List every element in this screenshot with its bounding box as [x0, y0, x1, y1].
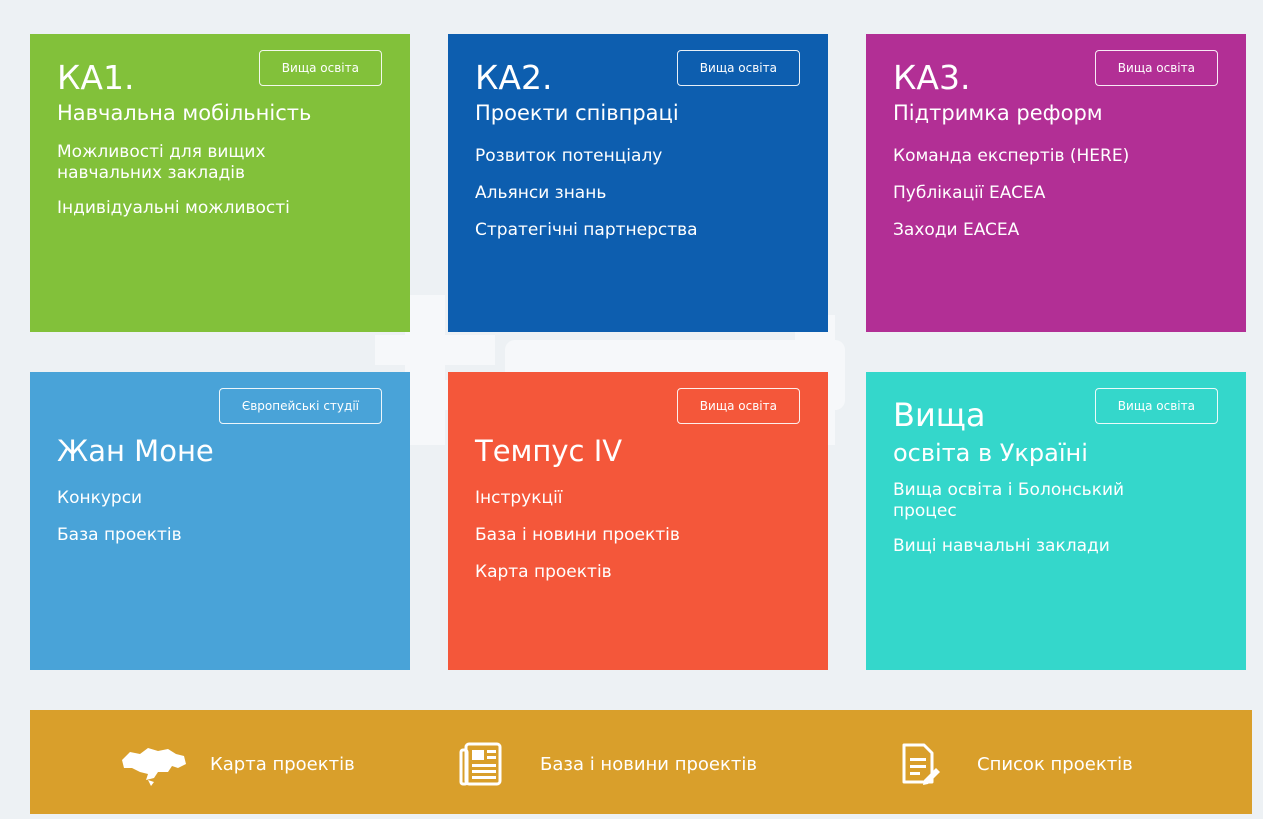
- newspaper-icon: [448, 740, 518, 788]
- link-capacity-building[interactable]: Розвиток потенціалу: [475, 146, 828, 167]
- tile-links: Команда експертів (HERE) Публікації EACE…: [893, 146, 1246, 241]
- link-knowledge-alliances[interactable]: Альянси знань: [475, 183, 828, 204]
- tile-jean-monnet[interactable]: Європейські студії Жан Моне Конкурси Баз…: [30, 372, 410, 670]
- tile-title: Проекти співпраці: [475, 101, 679, 125]
- tile-links: Конкурси База проектів: [57, 488, 410, 546]
- link-instructions[interactable]: Інструкції: [475, 488, 828, 509]
- badge-higher-education[interactable]: Вища освіта: [676, 388, 800, 424]
- tile-tempus[interactable]: Вища освіта Темпус IV Інструкції База і …: [448, 372, 828, 670]
- tile-links: Розвиток потенціалу Альянси знань Страте…: [475, 146, 828, 241]
- tile-links: Можливості для вищих навчальних закладів…: [57, 142, 410, 219]
- tile-links: Інструкції База і новини проектів Карта …: [475, 488, 828, 583]
- tile-title: Навчальна мобільність: [57, 101, 312, 125]
- bottom-item-news-database[interactable]: База і новини проектів: [448, 740, 757, 788]
- ukraine-map-icon: [118, 740, 188, 788]
- badge-higher-education[interactable]: Вища освіта: [1094, 388, 1218, 424]
- link-eacea-publications[interactable]: Публікації EACEA: [893, 183, 1246, 204]
- tile-links: Вища освіта і Болонський процес Вищі нав…: [893, 480, 1246, 557]
- link-project-database[interactable]: База проектів: [57, 525, 410, 546]
- badge-higher-education[interactable]: Вища освіта: [258, 50, 382, 86]
- tile-title: Жан Моне: [57, 434, 214, 468]
- bottom-item-project-map[interactable]: Карта проектів: [118, 740, 355, 788]
- badge-european-studies[interactable]: Європейські студії: [218, 388, 382, 424]
- bottom-item-label: Список проектів: [977, 753, 1133, 775]
- tile-subtitle: освіта в Україні: [893, 439, 1088, 467]
- link-project-news[interactable]: База і новини проектів: [475, 525, 828, 546]
- badge-higher-education[interactable]: Вища освіта: [1094, 50, 1218, 86]
- link-expert-team[interactable]: Команда експертів (HERE): [893, 146, 1246, 167]
- tile-ka3[interactable]: Вища освіта КА3. Підтримка реформ Команд…: [866, 34, 1246, 332]
- badge-higher-education[interactable]: Вища освіта: [676, 50, 800, 86]
- tile-title: Підтримка реформ: [893, 101, 1103, 125]
- tile-higher-education-ukraine[interactable]: Вища освіта Вища освіта в Україні Вища о…: [866, 372, 1246, 670]
- tile-ka2[interactable]: Вища освіта КА2. Проекти співпраці Розви…: [448, 34, 828, 332]
- link-higher-education-institutions[interactable]: Вищі навчальні заклади: [893, 536, 1246, 557]
- document-list-icon: [885, 740, 955, 788]
- link-calls[interactable]: Конкурси: [57, 488, 410, 509]
- link-strategic-partnerships[interactable]: Стратегічні партнерства: [475, 220, 828, 241]
- link-individual-opportunities[interactable]: Індивідуальні можливості: [57, 198, 410, 219]
- link-project-map[interactable]: Карта проектів: [475, 562, 828, 583]
- bottom-bar: Карта проектів База і новини проектів Сп…: [30, 710, 1252, 814]
- tile-ka1[interactable]: Вища освіта КА1. Навчальна мобільність М…: [30, 34, 410, 332]
- link-bologna-process[interactable]: Вища освіта і Болонський процес: [893, 480, 1246, 522]
- link-hei-opportunities[interactable]: Можливості для вищих навчальних закладів: [57, 142, 410, 184]
- bottom-item-label: Карта проектів: [210, 753, 355, 775]
- tile-title: Темпус IV: [475, 434, 623, 468]
- bottom-item-project-list[interactable]: Список проектів: [885, 740, 1133, 788]
- link-eacea-events[interactable]: Заходи EACEA: [893, 220, 1246, 241]
- bottom-item-label: База і новини проектів: [540, 753, 757, 775]
